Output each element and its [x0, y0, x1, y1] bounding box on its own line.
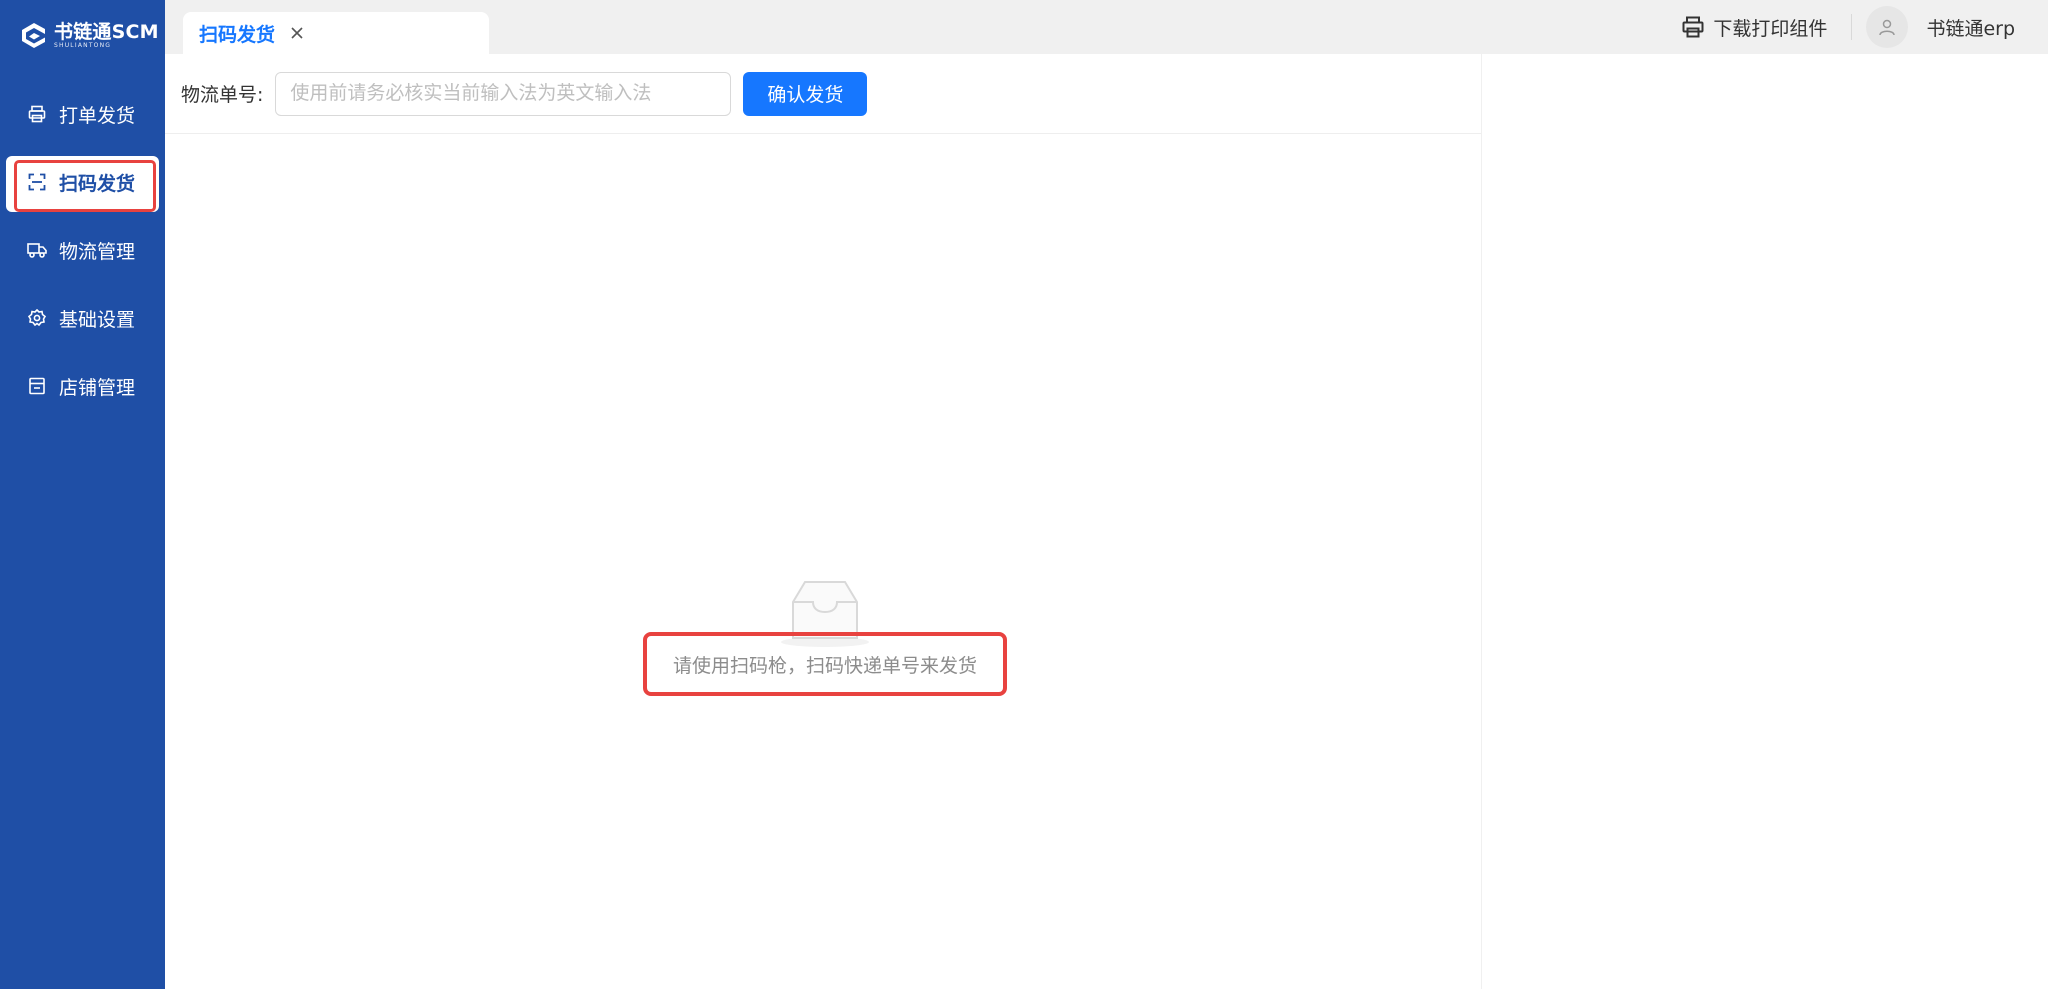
download-print-plugin-button[interactable]: 下载打印组件 — [1681, 14, 1839, 41]
sidebar-item-scan-ship[interactable]: 扫码发货 — [0, 156, 165, 212]
tab-scan-ship[interactable]: 扫码发货 — [183, 12, 489, 54]
sidebar-item-label: 打单发货 — [59, 104, 136, 127]
logo-subtitle: SHULIANTONG — [54, 41, 112, 49]
main-content: 物流单号: 确认发货 请使用扫码枪，扫码快递单号来发货 — [165, 54, 1481, 989]
scan-icon — [27, 172, 47, 192]
tab-label: 扫码发货 — [199, 23, 276, 46]
sidebar: 书链通SCM SHULIANTONG 打单发货 扫码发货 物流管理 基础设置 店… — [0, 0, 165, 989]
sidebar-nav: 打单发货 扫码发货 物流管理 基础设置 店铺管理 — [0, 88, 165, 428]
highlight-box: 请使用扫码枪，扫码快递单号来发货 — [643, 632, 1007, 696]
sidebar-item-logistics[interactable]: 物流管理 — [0, 224, 165, 276]
printer-icon — [1682, 16, 1704, 38]
truck-icon — [27, 240, 47, 260]
empty-state: 请使用扫码枪，扫码快递单号来发货 — [165, 54, 1481, 989]
sidebar-item-label: 店铺管理 — [59, 376, 136, 399]
sidebar-item-label: 物流管理 — [59, 240, 136, 263]
sidebar-item-label: 扫码发货 — [59, 172, 136, 195]
app-logo[interactable]: 书链通SCM SHULIANTONG — [20, 18, 159, 52]
right-panel — [1481, 54, 2048, 989]
printer-icon — [27, 104, 47, 124]
sidebar-item-label: 基础设置 — [59, 308, 136, 331]
top-bar: 扫码发货 下载打印组件 书链通erp — [165, 0, 2048, 54]
header-actions: 下载打印组件 书链通erp — [1681, 0, 2048, 54]
avatar[interactable] — [1866, 6, 1909, 48]
username[interactable]: 书链通erp — [1926, 14, 2048, 41]
download-label: 下载打印组件 — [1713, 17, 1828, 40]
gear-icon — [27, 308, 47, 328]
sidebar-item-settings[interactable]: 基础设置 — [0, 292, 165, 344]
sidebar-item-store[interactable]: 店铺管理 — [0, 360, 165, 412]
user-icon — [1879, 19, 1896, 36]
empty-state-message: 请使用扫码枪，扫码快递单号来发货 — [672, 654, 977, 677]
close-icon[interactable] — [289, 25, 305, 41]
header-divider — [1851, 14, 1853, 40]
logo-title: 书链通SCM — [54, 20, 159, 43]
logo-icon — [22, 23, 45, 48]
sidebar-item-print-ship[interactable]: 打单发货 — [0, 88, 165, 140]
store-icon — [27, 376, 47, 396]
